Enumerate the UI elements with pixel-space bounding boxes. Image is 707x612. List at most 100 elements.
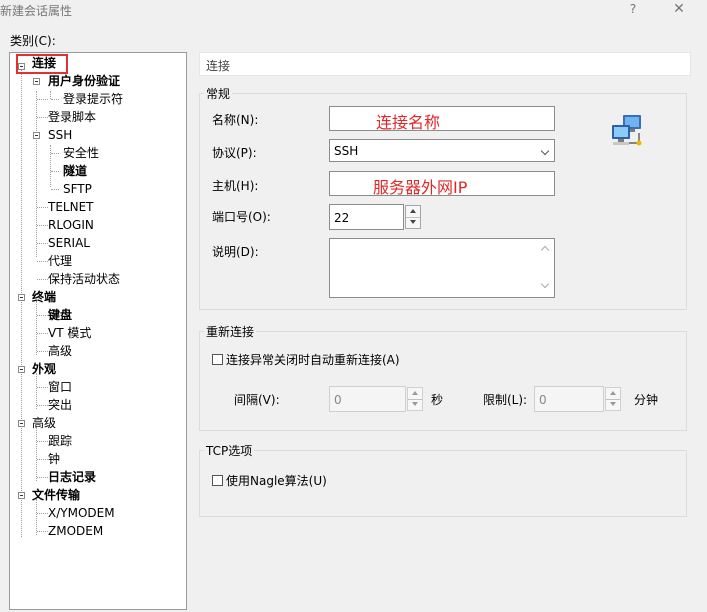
interval-label: 间隔(V):: [234, 393, 280, 407]
tree-item-zmodem[interactable]: ZMODEM: [48, 522, 103, 540]
section-header: [199, 52, 691, 76]
tree-item-logging[interactable]: 日志记录: [48, 468, 96, 486]
port-value: 22: [334, 211, 350, 225]
help-button[interactable]: ?: [626, 2, 640, 16]
window-title: 新建会话属性: [0, 4, 73, 18]
tree-item-terminal-advanced[interactable]: 高级: [48, 342, 72, 360]
scroll-down-icon[interactable]: [539, 281, 550, 291]
collapse-toggle-ssh[interactable]: [33, 132, 40, 139]
collapse-toggle-file-transfer[interactable]: [18, 492, 25, 499]
host-label: 主机(H):: [212, 179, 259, 193]
nagle-checkbox[interactable]: [212, 475, 223, 486]
port-field[interactable]: 22: [329, 204, 404, 230]
protocol-label: 协议(P):: [212, 146, 257, 160]
protocol-select[interactable]: SSH: [329, 139, 555, 162]
tree-item-login-script[interactable]: 登录脚本: [48, 108, 96, 126]
tree-item-rlogin[interactable]: RLOGIN: [48, 216, 94, 234]
title-bar: [0, 0, 707, 20]
interval-spinner[interactable]: [407, 387, 423, 411]
reconnect-group: [199, 331, 687, 431]
tree-line: [36, 373, 37, 409]
tree-item-xymodem[interactable]: X/YMODEM: [48, 504, 115, 522]
tree-item-security[interactable]: 安全性: [63, 144, 99, 162]
tree-item-user-auth[interactable]: 用户身份验证: [48, 72, 120, 90]
tree-line: [50, 91, 51, 99]
tree-item-tunnel[interactable]: 隧道: [63, 162, 87, 180]
auto-reconnect-checkbox[interactable]: [212, 354, 223, 365]
tree-line: [37, 405, 48, 406]
tree-line: [37, 279, 48, 280]
description-field[interactable]: [329, 238, 555, 298]
tree-line: [37, 243, 48, 244]
general-group-title: 常规: [204, 85, 233, 102]
tree-line: [36, 427, 37, 481]
tree-line: [37, 225, 48, 226]
tree-line: [37, 315, 48, 316]
tree-line: [21, 67, 22, 537]
protocol-value: SSH: [334, 144, 359, 158]
tree-item-highlight[interactable]: 突出: [48, 396, 72, 414]
tree-item-keyboard[interactable]: 键盘: [48, 306, 72, 324]
tree-item-trace[interactable]: 跟踪: [48, 432, 72, 450]
reconnect-group-title: 重新连接: [204, 323, 257, 340]
limit-unit: 分钟: [634, 393, 659, 407]
category-label: 类别(C):: [10, 34, 56, 48]
tree-item-telnet[interactable]: TELNET: [48, 198, 94, 216]
tree-line: [50, 145, 51, 187]
tree-line: [51, 99, 59, 100]
tree-item-advanced[interactable]: 高级: [32, 414, 56, 432]
name-value: 连接名称: [376, 113, 441, 132]
close-button[interactable]: ✕: [672, 1, 686, 17]
tree-line: [37, 459, 48, 460]
tree-line: [51, 153, 59, 154]
tree-line: [37, 333, 48, 334]
port-label: 端口号(O):: [212, 210, 271, 224]
collapse-toggle-advanced[interactable]: [18, 420, 25, 427]
host-value: 服务器外网IP: [373, 178, 468, 197]
spin-down-icon[interactable]: [606, 399, 620, 410]
tree-item-serial[interactable]: SERIAL: [48, 234, 90, 252]
limit-label: 限制(L):: [483, 393, 528, 407]
limit-spinner[interactable]: [605, 387, 621, 411]
tree-item-bell[interactable]: 钟: [48, 450, 60, 468]
name-field[interactable]: 连接名称: [329, 106, 555, 132]
tree-line: [51, 189, 59, 190]
tree-item-terminal[interactable]: 终端: [32, 288, 56, 306]
tree-line: [37, 387, 48, 388]
tree-item-proxy[interactable]: 代理: [48, 252, 72, 270]
tree-item-vt-mode[interactable]: VT 模式: [48, 324, 91, 342]
tree-line: [37, 99, 48, 100]
interval-field[interactable]: 0: [329, 386, 406, 412]
chevron-down-icon: [540, 146, 550, 156]
interval-value: 0: [334, 393, 342, 407]
port-spinner[interactable]: [405, 205, 421, 229]
tree-line: [37, 351, 48, 352]
tree-line: [37, 513, 48, 514]
tree-line: [36, 499, 37, 535]
collapse-toggle-terminal[interactable]: [18, 294, 25, 301]
host-field[interactable]: 服务器外网IP: [329, 171, 555, 197]
limit-value: 0: [539, 393, 547, 407]
section-title: 连接: [206, 59, 231, 73]
tree-item-sftp[interactable]: SFTP: [63, 180, 92, 198]
tree-line: [51, 171, 59, 172]
category-tree[interactable]: 连接 用户身份验证 登录提示符 登录脚本 SSH 安全性 隧道 SFTP TEL…: [9, 52, 187, 610]
tree-item-login-prompt[interactable]: 登录提示符: [63, 90, 123, 108]
tree-line: [37, 477, 48, 478]
scroll-up-icon[interactable]: [539, 245, 550, 255]
tcp-group-title: TCP选项: [204, 442, 255, 459]
tree-line: [37, 531, 48, 532]
tree-item-appearance[interactable]: 外观: [32, 360, 56, 378]
nagle-label: 使用Nagle算法(U): [226, 474, 327, 488]
tree-item-connection[interactable]: 连接: [32, 54, 56, 72]
limit-field[interactable]: 0: [534, 386, 604, 412]
collapse-toggle-appearance[interactable]: [18, 366, 25, 373]
collapse-toggle-user-auth[interactable]: [33, 78, 40, 85]
tree-line: [37, 117, 48, 118]
spin-down-icon[interactable]: [406, 217, 420, 228]
tree-item-file-transfer[interactable]: 文件传输: [32, 486, 80, 504]
spin-down-icon[interactable]: [408, 399, 422, 410]
tree-item-ssh[interactable]: SSH: [48, 126, 72, 144]
tree-item-keepalive[interactable]: 保持活动状态: [48, 270, 120, 288]
tree-item-window[interactable]: 窗口: [48, 378, 72, 396]
